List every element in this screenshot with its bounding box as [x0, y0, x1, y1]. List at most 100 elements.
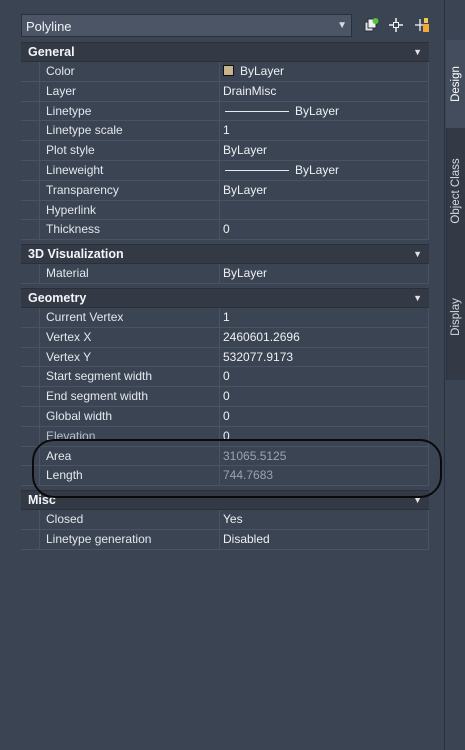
property-name: Area — [39, 446, 220, 466]
property-name: Vertex X — [39, 327, 220, 347]
property-value[interactable]: ByLayer — [220, 141, 429, 160]
property-row-end-segment-width[interactable]: End segment width 0 — [21, 387, 429, 407]
property-value[interactable]: 1 — [220, 121, 429, 141]
property-row-closed[interactable]: Closed Yes — [21, 510, 429, 530]
property-name: Vertex Y — [39, 347, 220, 367]
property-value[interactable]: 532077.9173 — [220, 347, 429, 367]
property-name: Plot style — [39, 141, 220, 160]
linetype-preview-icon — [225, 170, 289, 172]
property-row-current-vertex[interactable]: Current Vertex 1 — [21, 307, 429, 328]
property-value-text: 1 — [223, 309, 230, 324]
collapse-chevron-icon[interactable]: ▼ — [413, 293, 422, 303]
tab-label: Object Class — [450, 158, 462, 224]
property-value-text: 0 — [223, 389, 230, 404]
property-value[interactable]: 0 — [220, 406, 429, 426]
category-label: 3D Visualization — [28, 247, 124, 262]
property-row-plot-style[interactable]: Plot style ByLayer — [21, 141, 429, 161]
property-value[interactable]: DrainMisc — [220, 81, 429, 101]
property-value-text: DrainMisc — [223, 83, 277, 98]
property-value[interactable]: 1 — [220, 307, 429, 327]
tab-label: Display — [450, 298, 462, 336]
property-value-text: ByLayer — [223, 143, 268, 158]
property-row-material[interactable]: Material ByLayer — [21, 264, 429, 284]
object-type-value: Polyline — [26, 19, 72, 34]
property-value[interactable]: ByLayer — [220, 62, 429, 81]
property-value[interactable]: ByLayer — [220, 264, 429, 283]
collapse-chevron-icon[interactable]: ▼ — [413, 47, 422, 57]
property-name: Transparency — [39, 180, 220, 200]
property-name: Linetype generation — [39, 529, 220, 549]
category-geometry[interactable]: Geometry ▼ — [21, 287, 429, 308]
select-objects-icon[interactable] — [388, 17, 404, 33]
property-value-text: Yes — [223, 512, 243, 527]
property-name: Material — [39, 264, 220, 283]
property-row-linetype-scale[interactable]: Linetype scale 1 — [21, 121, 429, 142]
property-row-hyperlink[interactable]: Hyperlink — [21, 200, 429, 221]
color-swatch-icon — [223, 65, 234, 77]
property-row-area[interactable]: Area 31065.5125 — [21, 446, 429, 467]
property-value-text: ByLayer — [295, 162, 340, 177]
property-value[interactable]: 0 — [220, 426, 429, 446]
property-value-text: ByLayer — [295, 103, 340, 118]
property-row-vertex-y[interactable]: Vertex Y 532077.9173 — [21, 347, 429, 368]
property-name: Layer — [39, 81, 220, 101]
property-value[interactable]: 0 — [220, 387, 429, 406]
property-row-linetype-generation[interactable]: Linetype generation Disabled — [21, 529, 429, 550]
category-misc[interactable]: Misc ▼ — [21, 490, 429, 511]
property-value-text: 0 — [223, 222, 230, 237]
property-value[interactable]: Disabled — [220, 529, 429, 549]
category-3d-visualization[interactable]: 3D Visualization ▼ — [21, 244, 429, 265]
property-value-text: 532077.9173 — [223, 349, 294, 364]
property-value[interactable]: Yes — [220, 510, 429, 529]
property-value[interactable] — [220, 200, 429, 220]
property-row-global-width[interactable]: Global width 0 — [21, 406, 429, 427]
property-name: Elevation — [39, 426, 220, 446]
property-value[interactable]: 0 — [220, 367, 429, 387]
property-name: Lineweight — [39, 160, 220, 180]
object-type-dropdown[interactable]: Polyline ▼ — [21, 14, 352, 37]
property-value: 31065.5125 — [220, 446, 429, 466]
property-row-linetype[interactable]: Linetype ByLayer — [21, 101, 429, 122]
property-value-text: 1 — [223, 123, 230, 138]
property-name: Global width — [39, 406, 220, 426]
property-value-text: 0 — [223, 428, 230, 443]
category-label: General — [28, 45, 75, 59]
property-value[interactable]: 2460601.2696 — [220, 327, 429, 347]
collapse-chevron-icon[interactable]: ▼ — [413, 495, 422, 505]
property-row-vertex-x[interactable]: Vertex X 2460601.2696 — [21, 327, 429, 348]
property-name: Color — [39, 62, 220, 81]
category-general[interactable]: General ▼ — [21, 42, 429, 62]
property-value-text: 0 — [223, 408, 230, 423]
property-name: Linetype — [39, 101, 220, 121]
quick-select-icon[interactable] — [363, 17, 379, 33]
tab-label: Design — [449, 66, 462, 102]
collapse-chevron-icon[interactable]: ▼ — [413, 249, 422, 259]
property-value-text: 744.7683 — [223, 468, 274, 483]
property-value-text: 31065.5125 — [223, 448, 287, 463]
property-value[interactable]: ByLayer — [220, 160, 429, 180]
property-value[interactable]: ByLayer — [220, 101, 429, 121]
property-value[interactable]: ByLayer — [220, 180, 429, 200]
toggle-pickadd-icon[interactable] — [414, 17, 430, 33]
property-name: Length — [39, 466, 220, 486]
property-value-text: ByLayer — [240, 64, 285, 78]
property-row-thickness[interactable]: Thickness 0 — [21, 220, 429, 241]
tab-object-class[interactable]: Object Class — [446, 128, 465, 254]
property-value[interactable]: 0 — [220, 220, 429, 240]
property-row-transparency[interactable]: Transparency ByLayer — [21, 180, 429, 201]
property-row-start-segment-width[interactable]: Start segment width 0 — [21, 367, 429, 388]
property-value-text: 0 — [223, 369, 230, 384]
property-row-length[interactable]: Length 744.7683 — [21, 466, 429, 487]
property-row-color[interactable]: Color ByLayer — [21, 62, 429, 82]
property-value-text: Disabled — [223, 531, 270, 546]
property-row-elevation[interactable]: Elevation 0 — [21, 426, 429, 447]
property-row-layer[interactable]: Layer DrainMisc — [21, 81, 429, 102]
property-grid: General ▼ Color ByLayer Layer DrainMisc Linety… — [21, 42, 429, 550]
property-name: End segment width — [39, 387, 220, 406]
tab-display[interactable]: Display — [446, 254, 465, 380]
property-name: Current Vertex — [39, 307, 220, 327]
tab-design[interactable]: Design — [446, 40, 465, 128]
property-row-lineweight[interactable]: Lineweight ByLayer — [21, 160, 429, 181]
category-label: Misc — [28, 493, 56, 508]
property-value-text: ByLayer — [223, 182, 268, 197]
